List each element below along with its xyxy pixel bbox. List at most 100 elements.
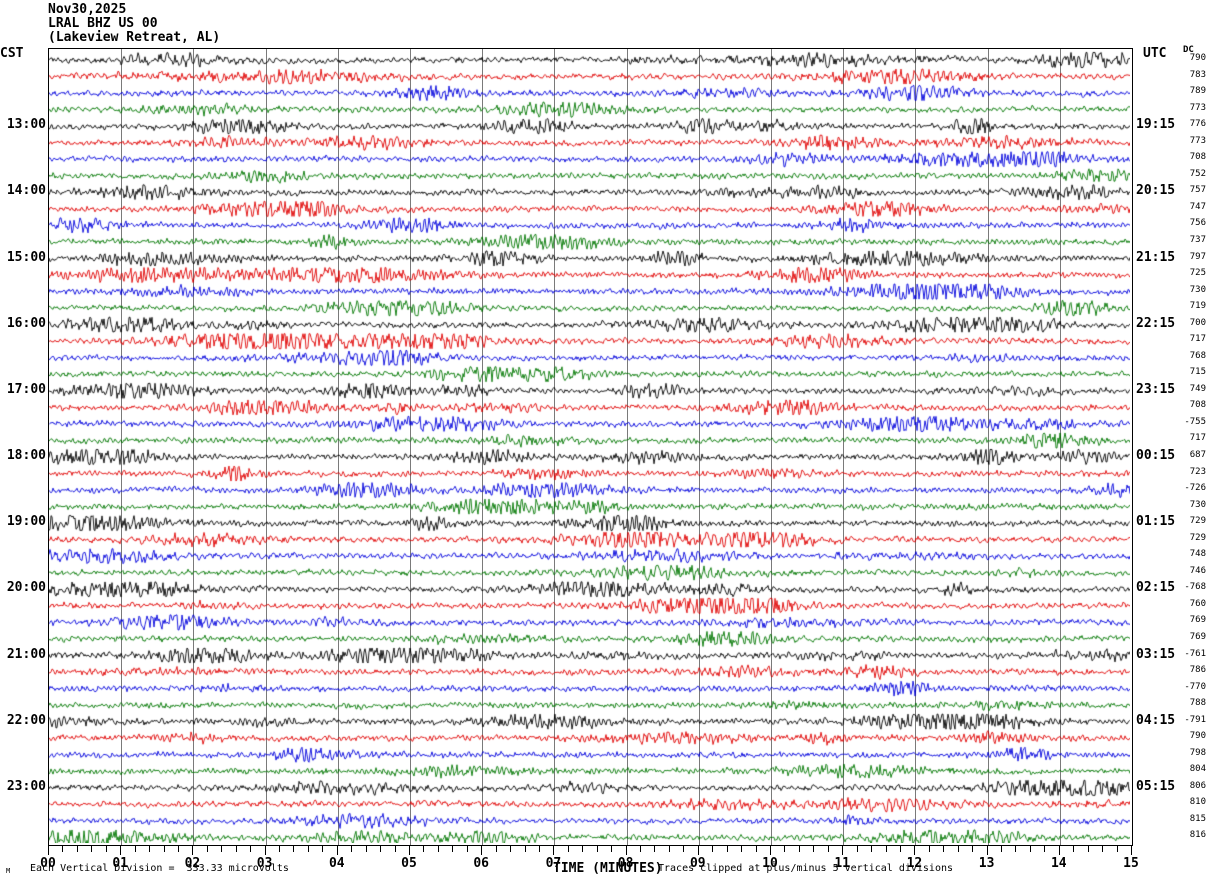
minor-tick xyxy=(351,846,353,852)
minor-tick xyxy=(1001,846,1003,852)
cst-hour-label: 19:00 xyxy=(6,514,46,530)
minor-tick xyxy=(423,846,425,852)
minor-tick xyxy=(784,846,786,852)
minor-tick xyxy=(928,846,930,852)
dc-offset-value: -726 xyxy=(1184,483,1206,494)
dc-offset-value: 806 xyxy=(1189,780,1206,791)
minor-tick xyxy=(1044,846,1046,852)
dc-offset-value: 715 xyxy=(1189,367,1206,378)
dc-offset-value: 815 xyxy=(1189,813,1206,824)
minor-tick xyxy=(712,846,714,852)
cst-header: CST xyxy=(0,46,24,61)
footer-right-note: Traces clipped at plus/minus 5 vertical … xyxy=(658,863,954,874)
major-tick xyxy=(481,846,483,855)
minor-tick xyxy=(307,846,309,852)
minor-tick xyxy=(726,846,728,852)
minor-tick xyxy=(813,846,815,852)
minor-tick xyxy=(871,846,873,852)
x-tick-label: 13 xyxy=(978,856,995,871)
minor-tick xyxy=(611,846,613,852)
cst-hour-label: 15:00 xyxy=(6,249,46,265)
x-tick-label: 14 xyxy=(1050,856,1067,871)
minor-tick xyxy=(524,846,526,852)
dc-offset-value: 776 xyxy=(1189,119,1206,130)
dc-offset-value: 730 xyxy=(1189,499,1206,510)
x-tick-label: 06 xyxy=(473,856,490,871)
title-date: Nov30,2025 xyxy=(48,2,127,17)
dc-offset-value: 730 xyxy=(1189,284,1206,295)
dc-offset-value: 748 xyxy=(1189,549,1206,560)
minor-tick xyxy=(683,846,685,852)
dc-offset-value: 719 xyxy=(1189,301,1206,312)
major-tick xyxy=(48,846,49,855)
dc-offset-value: -755 xyxy=(1184,416,1206,427)
minor-tick xyxy=(149,846,151,852)
cst-hour-label: 16:00 xyxy=(6,315,46,331)
dc-offset-value: 788 xyxy=(1189,698,1206,709)
major-tick xyxy=(770,846,771,855)
dc-offset-value: 786 xyxy=(1189,665,1206,676)
minor-tick xyxy=(279,846,281,852)
dc-offset-value: 768 xyxy=(1189,350,1206,361)
minor-tick xyxy=(1029,846,1031,852)
minor-tick xyxy=(596,846,598,852)
dc-offset-value: 816 xyxy=(1189,830,1206,841)
dc-offset-value: 708 xyxy=(1189,152,1206,163)
minor-tick xyxy=(582,846,584,852)
minor-tick xyxy=(365,846,367,852)
minor-tick xyxy=(567,846,569,852)
minor-tick xyxy=(957,846,959,852)
cst-hour-label: 18:00 xyxy=(6,448,46,463)
helicorder-page: Nov30,2025 LRAL BHZ US 00 (Lakeview Retr… xyxy=(0,0,1210,886)
minor-tick xyxy=(293,846,295,852)
cst-hour-label: 22:00 xyxy=(6,712,46,728)
minor-tick xyxy=(856,846,858,852)
cst-hour-label: 14:00 xyxy=(6,183,46,199)
minor-tick xyxy=(972,846,974,852)
minor-tick xyxy=(91,846,93,852)
seismogram-plot-frame xyxy=(48,48,1133,846)
dc-offset-value: 756 xyxy=(1189,218,1206,229)
dc-offset-value: 723 xyxy=(1189,466,1206,477)
minor-tick xyxy=(105,846,107,852)
dc-offset-value: 729 xyxy=(1189,516,1206,527)
minor-tick xyxy=(134,846,136,852)
minor-tick xyxy=(452,846,454,852)
dc-offset-value: 769 xyxy=(1189,615,1206,626)
minor-tick xyxy=(538,846,540,852)
title-location: (Lakeview Retreat, AL) xyxy=(48,30,221,45)
minor-tick xyxy=(1116,846,1118,852)
minor-tick xyxy=(741,846,743,852)
dc-offset-value: 790 xyxy=(1189,53,1206,63)
major-tick xyxy=(625,846,627,855)
dc-offset-value: 725 xyxy=(1189,268,1206,279)
dc-offset-value: 687 xyxy=(1189,450,1206,460)
minor-tick xyxy=(755,846,757,852)
dc-offset-value: 810 xyxy=(1189,797,1206,808)
minor-tick xyxy=(322,846,324,852)
minor-tick xyxy=(394,846,396,852)
minor-tick xyxy=(221,846,223,852)
seismogram-traces-canvas xyxy=(49,49,1130,843)
minor-tick xyxy=(1015,846,1017,852)
minor-tick xyxy=(437,846,439,852)
footer-left-note: Each Vertical Division = 333.33 microvol… xyxy=(30,863,289,874)
dc-offset-value: 729 xyxy=(1189,532,1206,543)
dc-offset-value: -768 xyxy=(1184,582,1206,593)
minor-tick xyxy=(76,846,78,852)
minor-tick xyxy=(495,846,497,852)
minor-tick xyxy=(798,846,800,852)
x-tick-label: 04 xyxy=(328,856,345,871)
dc-offset-value: 773 xyxy=(1189,135,1206,146)
dc-offset-value: 746 xyxy=(1189,565,1206,576)
dc-offset-value: 752 xyxy=(1189,168,1206,179)
dc-offset-value: -761 xyxy=(1184,648,1206,659)
major-tick xyxy=(697,846,699,855)
minor-tick xyxy=(177,846,179,852)
minor-tick xyxy=(235,846,237,852)
dc-offset-value: 769 xyxy=(1189,631,1206,642)
dc-offset-value: 708 xyxy=(1189,400,1206,411)
x-tick-label: 15 xyxy=(1123,856,1139,871)
dc-offset-value: 804 xyxy=(1189,764,1206,775)
dc-offset-value: 747 xyxy=(1189,201,1206,212)
